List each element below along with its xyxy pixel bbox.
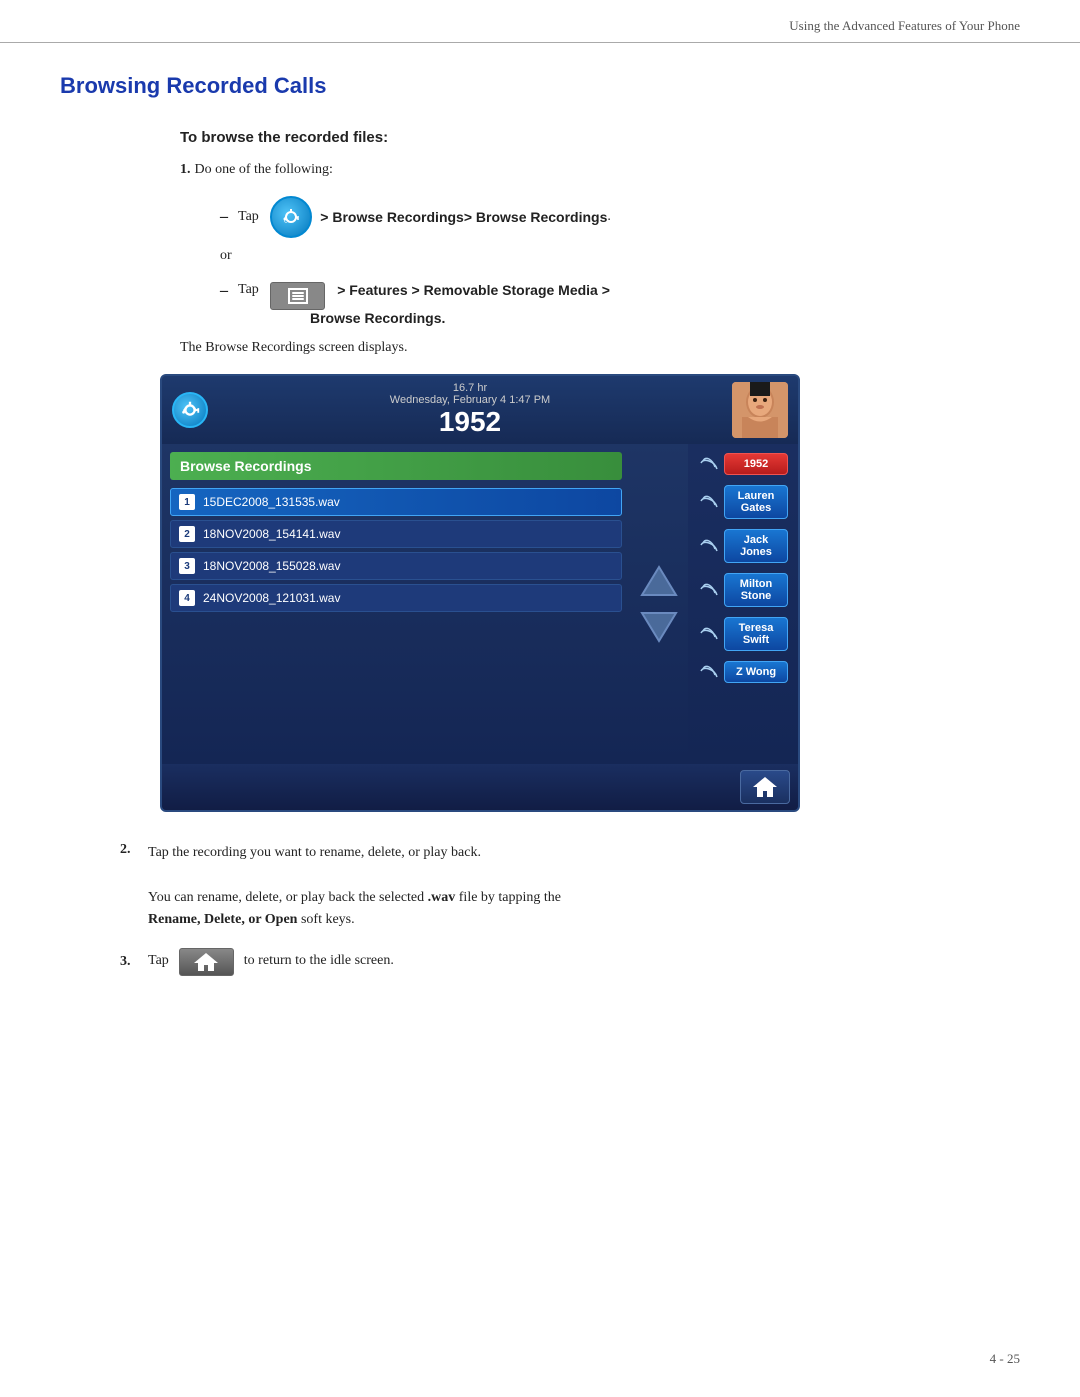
file-num: 1 (179, 494, 195, 510)
file-item[interactable]: 3 18NOV2008_155028.wav (170, 552, 622, 580)
step2-content: Tap the recording you want to rename, de… (148, 842, 561, 932)
step2-wav: .wav (428, 890, 456, 905)
contact-item[interactable]: Lauren Gates (692, 482, 794, 522)
dash1: – (220, 208, 228, 226)
step3-num: 3. (120, 954, 140, 970)
phone-topbar: 16.7 hr Wednesday, February 4 1:47 PM 19… (162, 376, 798, 444)
file-num: 3 (179, 558, 195, 574)
step3-suffix: to return to the idle screen. (244, 950, 394, 972)
softkey-group (170, 770, 740, 804)
usb-icon[interactable]: ⟳ (270, 196, 312, 238)
contact-btn[interactable]: Lauren Gates (724, 485, 788, 519)
step2-delete: , Delete (197, 912, 241, 927)
phone-extension: 1952 (390, 406, 550, 438)
contact-btn[interactable]: Jack Jones (724, 529, 788, 563)
browse-screen-desc: The Browse Recordings screen displays. (180, 340, 1020, 356)
option1-row: – Tap ⟳ > Browse Recordings > Browse Rec… (220, 196, 1020, 238)
file-name: 15DEC2008_131535.wav (203, 495, 340, 509)
contact-btn[interactable]: Milton Stone (724, 573, 788, 607)
or-text: or (220, 248, 1020, 264)
contact-line-icon (698, 580, 720, 600)
contact-item[interactable]: Z Wong (692, 658, 794, 686)
file-num: 2 (179, 526, 195, 542)
tap-label1: Tap (238, 209, 262, 225)
scroll-arrows[interactable] (630, 444, 688, 764)
contact-item[interactable]: 1952 (692, 450, 794, 478)
file-list: 1 15DEC2008_131535.wav 2 18NOV2008_154141.w… (170, 488, 622, 612)
phone-avatar (732, 382, 788, 438)
step2-row: 2. Tap the recording you want to rename,… (120, 842, 1020, 932)
phone-center-info: 16.7 hr Wednesday, February 4 1:47 PM 19… (390, 382, 550, 438)
step3-home-icon[interactable] (179, 948, 234, 976)
file-name: 18NOV2008_154141.wav (203, 527, 340, 541)
contact-item[interactable]: Teresa Swift (692, 614, 794, 654)
contact-btn[interactable]: Z Wong (724, 661, 788, 683)
file-item[interactable]: 4 24NOV2008_121031.wav (170, 584, 622, 612)
subsection-title: To browse the recorded files: (180, 129, 1020, 146)
option2-label: > Features > Removable Storage Media > (333, 282, 610, 298)
option2-label2: Browse Recordings. (310, 310, 1020, 326)
file-item[interactable]: 1 15DEC2008_131535.wav (170, 488, 622, 516)
contact-line-icon (698, 536, 720, 556)
step3-row: 3. Tap to return to the idle screen. (120, 948, 1020, 976)
step1-block: 1. Do one of the following: (180, 160, 1020, 178)
step3-prefix: Tap (148, 950, 169, 972)
step3-content: Tap to return to the idle screen. (148, 948, 394, 976)
contact-line-icon (698, 492, 720, 512)
option1-label-text: > Browse Recordings (464, 209, 608, 225)
step2-text: Tap the recording you want to rename, de… (148, 845, 481, 860)
section-title: Browsing Recorded Calls (60, 73, 1020, 99)
step1-text: Do one of the following: (195, 162, 333, 177)
phone-file-list-area: Browse Recordings 1 15DEC2008_131535.wav 2… (162, 444, 630, 764)
option1-label: > Browse Recordings (320, 209, 464, 225)
file-num: 4 (179, 590, 195, 606)
step2-rename: Rename (148, 912, 197, 927)
dash2: – (220, 282, 228, 300)
file-name: 18NOV2008_155028.wav (203, 559, 340, 573)
header-text: Using the Advanced Features of Your Phon… (789, 18, 1020, 33)
contact-item[interactable]: Milton Stone (692, 570, 794, 610)
contact-item[interactable]: Jack Jones (692, 526, 794, 566)
contact-line-icon (698, 662, 720, 682)
storage-hours: 16.7 hr (390, 382, 550, 394)
svg-text:⟳: ⟳ (284, 219, 289, 225)
page-footer: 4 - 25 (990, 1351, 1020, 1367)
browse-title-bar: Browse Recordings (170, 452, 622, 480)
phone-usb-btn[interactable] (172, 392, 208, 428)
date-time: Wednesday, February 4 1:47 PM (390, 394, 550, 406)
home-softkey[interactable] (740, 770, 790, 804)
option2-row: – Tap > Features > Removable Storage Med… (220, 282, 1020, 326)
step2-end: soft keys. (297, 912, 354, 927)
menu-button-icon[interactable] (270, 282, 325, 310)
phone-main-area: Browse Recordings 1 15DEC2008_131535.wav 2… (162, 444, 798, 764)
scroll-up-arrow[interactable] (638, 562, 680, 600)
file-item[interactable]: 2 18NOV2008_154141.wav (170, 520, 622, 548)
period1: . (607, 209, 611, 225)
contact-line-icon (698, 624, 720, 644)
page-header: Using the Advanced Features of Your Phon… (0, 0, 1080, 43)
contact-btn[interactable]: Teresa Swift (724, 617, 788, 651)
phone-contacts-panel: 1952 Lauren Gates Jack Jones Milton Ston… (688, 444, 798, 764)
file-name: 24NOV2008_121031.wav (203, 591, 340, 605)
contact-btn[interactable]: 1952 (724, 453, 788, 475)
contact-line-icon (698, 454, 720, 474)
step1-number: 1. (180, 162, 191, 177)
scroll-down-arrow[interactable] (638, 608, 680, 646)
step2-detail2: file by tapping the (455, 890, 561, 905)
tap-label2: Tap (238, 282, 262, 298)
step2-open: , or Open (241, 912, 297, 927)
phone-screen: 16.7 hr Wednesday, February 4 1:47 PM 19… (160, 374, 800, 812)
phone-softkeys (162, 764, 798, 810)
step2-num: 2. (120, 842, 140, 858)
step2-detail: You can rename, delete, or play back the… (148, 890, 428, 905)
